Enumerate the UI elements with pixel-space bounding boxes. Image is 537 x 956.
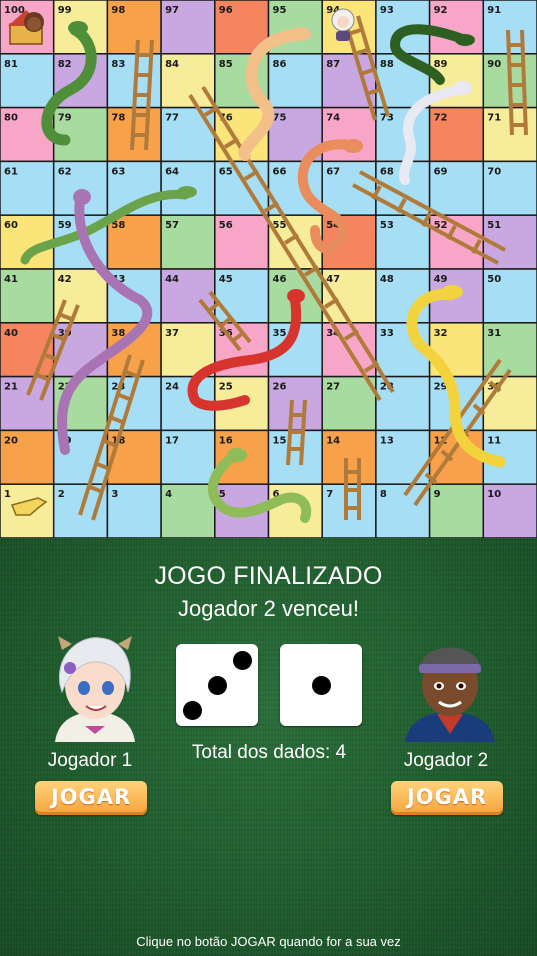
die-pip [208, 676, 227, 695]
die-pip [233, 651, 252, 670]
player-1-name: Jogador 1 [47, 750, 133, 771]
snake [238, 29, 301, 161]
player-1-avatar [55, 636, 135, 742]
snake-head [177, 186, 197, 198]
die-1 [176, 644, 258, 726]
snake [41, 24, 97, 146]
die-pip [183, 701, 202, 720]
snake [20, 189, 190, 265]
winner-message: Jogador 2 venceu! [177, 596, 360, 621]
ladder [343, 15, 390, 121]
ladder [344, 458, 361, 520]
ladder [352, 170, 506, 265]
snake [207, 450, 312, 523]
player-1-play-button[interactable]: JOGAR [35, 781, 147, 815]
snake-head [287, 289, 305, 303]
ladder [286, 399, 307, 466]
game-status-title: JOGO FINALIZADO [154, 562, 383, 590]
snake-head [227, 448, 247, 462]
snake-head [441, 285, 463, 299]
snake [187, 295, 302, 411]
ladder [506, 29, 528, 136]
snake [297, 139, 355, 254]
ladder [188, 85, 395, 402]
ladder [198, 290, 252, 352]
player-2-play-button[interactable]: JOGAR [391, 781, 503, 815]
ladder [78, 354, 145, 521]
ladder [130, 39, 154, 151]
player-2-name: Jogador 2 [403, 750, 489, 771]
board-pieces [8, 8, 528, 523]
snake-heads [68, 21, 475, 462]
game-board: 100 99 98 97 96 95 94 93 92 91 81 82 83 84 85 86 87 88 89 9… [0, 0, 537, 538]
player-2-token [8, 10, 44, 45]
snake-head [452, 81, 472, 95]
snake-head [455, 34, 475, 46]
player-2-avatar [405, 647, 495, 742]
snakes [20, 24, 506, 523]
snake-head [68, 21, 88, 35]
snake [399, 85, 465, 185]
pointing-hand-icon [10, 497, 48, 516]
die-pip [312, 676, 331, 695]
snake [389, 24, 470, 85]
snake-head [73, 189, 91, 205]
instruction-text: Clique no botão JOGAR quando for a sua v… [136, 934, 401, 949]
dice-total: Total dos dados: 4 [191, 742, 347, 763]
snake-head [343, 139, 363, 153]
die-2 [280, 644, 362, 726]
snake-head [289, 27, 311, 41]
